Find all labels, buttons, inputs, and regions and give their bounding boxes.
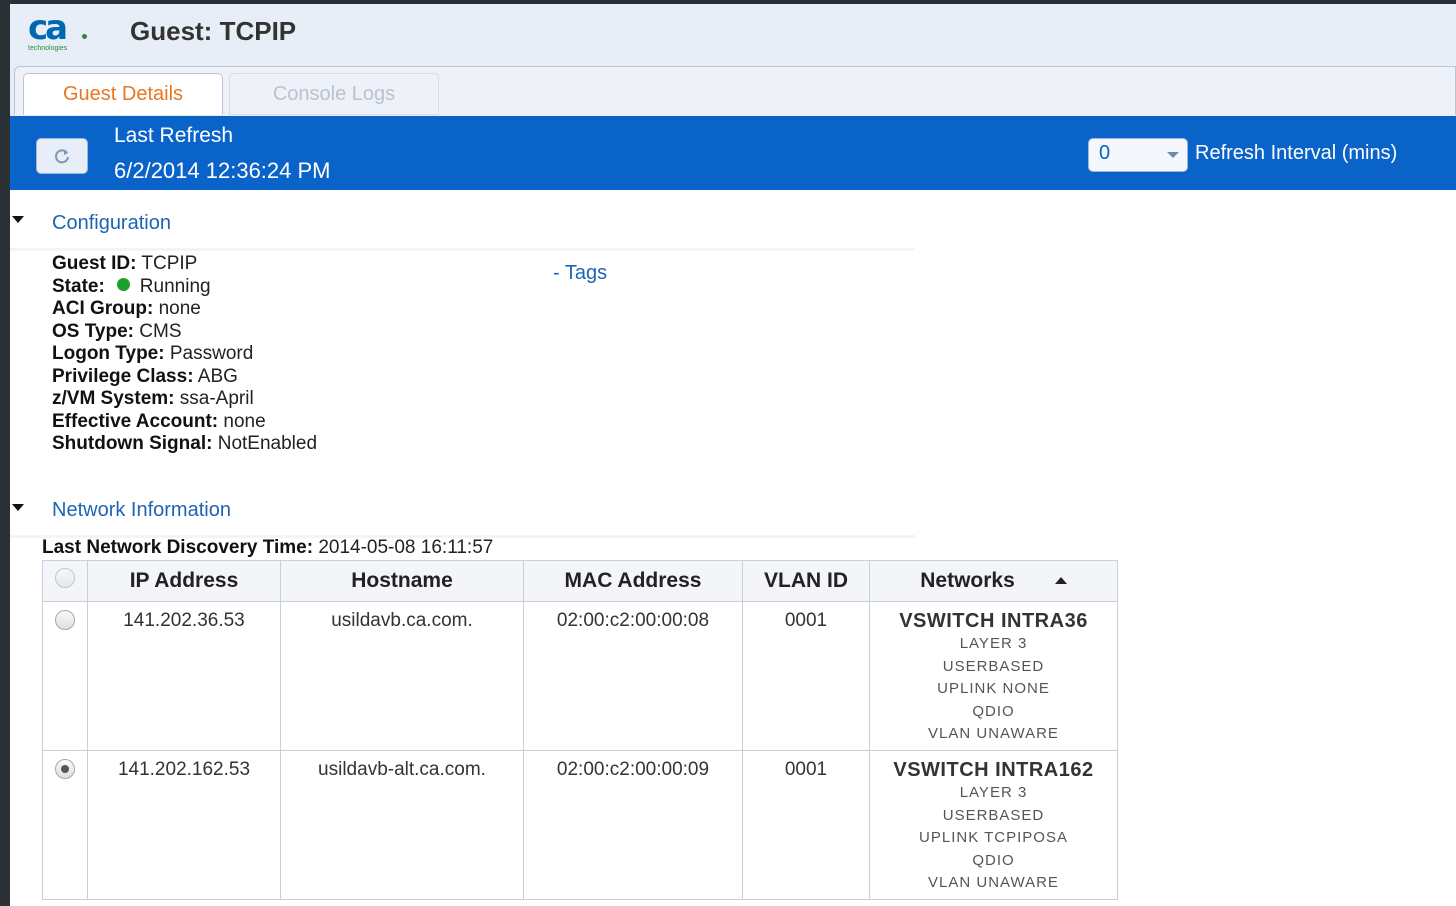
mac-cell: 02:00:c2:00:00:09 <box>523 750 743 900</box>
field-value: ABG <box>197 366 238 387</box>
logo-subtext: technologies <box>28 45 68 52</box>
field-shutdown-signal: Shutdown Signal: NotEnabled <box>52 433 317 455</box>
network-detail: LAYER 3 <box>959 784 1028 801</box>
row-radio[interactable] <box>55 610 75 630</box>
hostname-cell: usildavb.ca.com. <box>280 601 524 751</box>
hostname-cell: usildavb-alt.ca.com. <box>280 750 524 900</box>
field-value: ssa-April <box>179 388 254 409</box>
vlan-cell: 0001 <box>742 750 870 900</box>
logo-dot <box>82 34 87 39</box>
network-discovery-time: Last Network Discovery Time: 2014-05-08 … <box>42 537 493 559</box>
field-guest-id: Guest ID: TCPIP <box>52 253 197 275</box>
row-radio[interactable] <box>55 759 75 779</box>
logo-text: ca <box>28 8 68 48</box>
network-detail: USERBASED <box>942 806 1045 824</box>
field-label: ACI Group: <box>52 298 154 319</box>
field-value: NotEnabled <box>217 433 318 454</box>
refresh-icon <box>55 149 69 164</box>
networks-cell: VSWITCH INTRA36 LAYER 3 USERBASED UPLINK… <box>869 601 1118 751</box>
network-detail: VLAN UNAWARE <box>928 874 1059 891</box>
network-detail: UPLINK TCPIPOSA <box>919 829 1068 846</box>
tags-toggle-link[interactable]: - Tags <box>553 262 607 285</box>
field-value: Password <box>169 343 254 364</box>
column-ip-address[interactable]: IP Address <box>87 560 281 602</box>
refresh-interval-label: Refresh Interval (mins) <box>1195 142 1398 164</box>
field-label: State: <box>52 276 105 297</box>
table-header-row: IP Address Hostname MAC Address VLAN ID … <box>42 560 1118 602</box>
network-detail: QDIO <box>972 702 1015 720</box>
column-networks[interactable]: Networks <box>869 560 1118 602</box>
ca-logo: ca technologies <box>24 8 96 56</box>
last-refresh-time: 6/2/2014 12:36:24 PM <box>114 158 331 183</box>
field-label: Effective Account: <box>52 411 219 432</box>
collapse-network-icon[interactable] <box>12 504 24 511</box>
refresh-button[interactable] <box>36 138 88 174</box>
field-privilege-class: Privilege Class: ABG <box>52 366 238 388</box>
mac-cell: 02:00:c2:00:00:08 <box>523 601 743 751</box>
field-value: none <box>223 411 266 432</box>
column-mac-address[interactable]: MAC Address <box>523 560 743 602</box>
header: ca technologies Guest: TCPIP <box>10 4 1456 65</box>
field-logon-type: Logon Type: Password <box>52 343 253 365</box>
field-effective-account: Effective Account: none <box>52 411 266 433</box>
network-name: VSWITCH INTRA36 <box>899 610 1088 632</box>
row-select-cell <box>42 601 88 751</box>
tab-guest-details[interactable]: Guest Details <box>23 73 223 115</box>
ip-cell: 141.202.162.53 <box>87 750 281 900</box>
network-name: VSWITCH INTRA162 <box>893 759 1094 781</box>
field-value: CMS <box>139 321 182 342</box>
column-vlan-id[interactable]: VLAN ID <box>742 560 870 602</box>
discovery-value: 2014-05-08 16:11:57 <box>318 537 494 558</box>
field-aci-group: ACI Group: none <box>52 298 201 320</box>
chevron-down-icon <box>1167 152 1179 158</box>
network-detail: LAYER 3 <box>959 635 1028 652</box>
networks-cell: VSWITCH INTRA162 LAYER 3 USERBASED UPLIN… <box>869 750 1118 900</box>
tab-console-logs[interactable]: Console Logs <box>229 73 439 115</box>
running-status-icon <box>116 278 130 291</box>
select-all-column <box>42 560 88 602</box>
sort-ascending-icon <box>1054 577 1067 584</box>
network-table: IP Address Hostname MAC Address VLAN ID … <box>42 560 1118 900</box>
network-detail: VLAN UNAWARE <box>928 725 1059 742</box>
column-hostname[interactable]: Hostname <box>280 560 524 602</box>
network-detail: QDIO <box>972 851 1015 869</box>
section-divider <box>10 248 915 251</box>
configuration-title[interactable]: Configuration <box>52 212 171 235</box>
field-value: Running <box>139 276 211 297</box>
table-row[interactable]: 141.202.36.53 usildavb.ca.com. 02:00:c2:… <box>42 601 1118 751</box>
tab-strip: Guest Details Console Logs <box>14 66 1456 115</box>
table-row[interactable]: 141.202.162.53 usildavb-alt.ca.com. 02:0… <box>42 750 1118 900</box>
field-label: Shutdown Signal: <box>52 433 213 454</box>
row-select-cell <box>42 750 88 900</box>
last-refresh-label: Last Refresh <box>114 124 234 147</box>
refresh-interval-value: 0 <box>1099 142 1111 164</box>
field-label: z/VM System: <box>52 388 175 409</box>
refresh-interval-select[interactable]: 0 <box>1088 138 1188 172</box>
field-state: State: Running <box>52 276 211 298</box>
collapse-configuration-icon[interactable] <box>12 216 24 223</box>
guest-window: ca technologies Guest: TCPIP Guest Detai… <box>10 4 1456 906</box>
field-zvm-system: z/VM System: ssa-April <box>52 388 254 410</box>
field-value: TCPIP <box>141 253 198 274</box>
field-label: Guest ID: <box>52 253 137 274</box>
network-information-title[interactable]: Network Information <box>52 499 231 522</box>
field-value: none <box>158 298 201 319</box>
tab-bar: Guest Details Console Logs <box>10 64 1456 116</box>
vlan-cell: 0001 <box>742 601 870 751</box>
radio-header <box>55 568 75 588</box>
network-detail: USERBASED <box>942 657 1045 675</box>
ip-cell: 141.202.36.53 <box>87 601 281 751</box>
field-label: Privilege Class: <box>52 366 194 387</box>
discovery-label: Last Network Discovery Time: <box>42 537 314 558</box>
field-label: OS Type: <box>52 321 134 342</box>
refresh-bar: Last Refresh 6/2/2014 12:36:24 PM 0 Refr… <box>10 116 1456 190</box>
column-networks-label: Networks <box>920 569 1015 592</box>
network-detail: UPLINK NONE <box>937 680 1050 697</box>
field-os-type: OS Type: CMS <box>52 321 182 343</box>
field-label: Logon Type: <box>52 343 165 364</box>
page-title: Guest: TCPIP <box>130 16 297 46</box>
